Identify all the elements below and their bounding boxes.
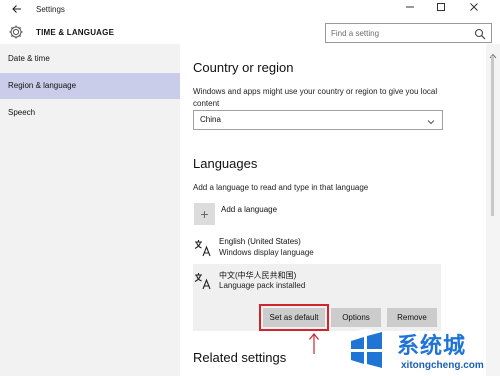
gear-icon [8, 24, 24, 40]
region-description: Windows and apps might use your country … [193, 87, 438, 108]
sidebar-item-region-language[interactable]: Region & language [0, 73, 180, 99]
search-icon[interactable] [474, 27, 486, 40]
title-bar: Settings [0, 0, 500, 22]
options-button[interactable]: Options [331, 308, 381, 327]
plus-icon: + [200, 206, 209, 222]
window-title: Settings [36, 5, 65, 14]
language-name: 中文(中华人民共和国) [219, 271, 297, 280]
language-name: English (United States) [219, 237, 301, 246]
maximize-icon[interactable] [429, 2, 453, 18]
language-icon [193, 271, 213, 291]
sidebar-item-speech[interactable]: Speech [0, 100, 180, 126]
watermark-brand: 系统城 [397, 333, 467, 358]
scroll-up-icon[interactable] [489, 46, 497, 59]
country-select-value: China [200, 115, 221, 124]
language-item-chinese[interactable]: 中文(中华人民共和国) Language pack installed [193, 270, 441, 294]
minimize-icon[interactable] [398, 2, 422, 18]
country-select[interactable]: China [193, 110, 443, 130]
language-icon [193, 238, 213, 258]
watermark-url: xitongcheng.com [401, 360, 484, 371]
back-arrow-icon[interactable] [9, 3, 25, 19]
search-box[interactable] [325, 23, 492, 43]
languages-description: Add a language to read and type in that … [193, 183, 369, 192]
close-icon[interactable] [462, 2, 486, 18]
search-input[interactable] [331, 27, 461, 39]
add-language-label[interactable]: Add a language [221, 205, 277, 214]
sidebar-item-date-time[interactable]: Date & time [0, 46, 180, 72]
language-status: Language pack installed [219, 281, 306, 290]
add-language-button[interactable]: + [194, 203, 215, 225]
remove-button[interactable]: Remove [387, 308, 437, 327]
arrow-up-icon [304, 331, 324, 355]
section-title: TIME & LANGUAGE [36, 28, 115, 37]
highlight-box [259, 304, 329, 331]
region-heading: Country or region [193, 60, 294, 75]
watermark: 系统城 xitongcheng.com [343, 327, 498, 375]
language-item-english[interactable]: English (United States) Windows display … [193, 237, 441, 261]
scroll-thumb[interactable] [491, 56, 494, 216]
sidebar: Date & time Region & language Speech [0, 44, 180, 376]
language-status: Windows display language [219, 248, 314, 257]
related-settings-heading: Related settings [193, 350, 287, 365]
chevron-down-icon [426, 114, 436, 125]
xitongcheng-logo-icon [343, 327, 389, 373]
languages-heading: Languages [193, 156, 258, 171]
